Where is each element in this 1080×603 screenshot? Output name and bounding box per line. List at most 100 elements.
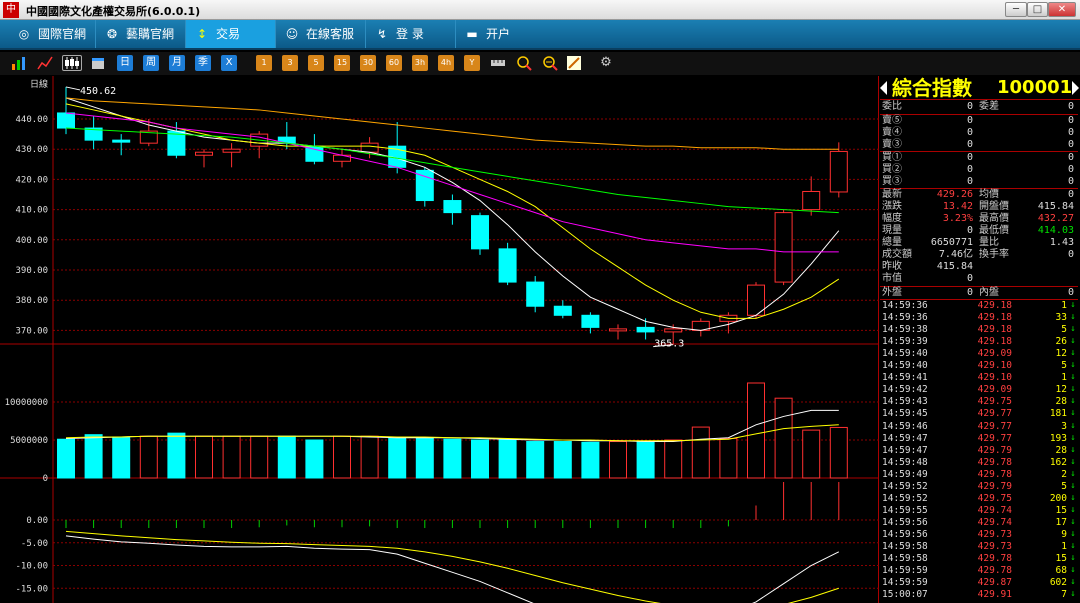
tick-price: 429.10 [977,360,1012,372]
nav-trade[interactable]: ↕ 交易 [186,20,276,48]
tick-time: 14:59:36 [882,312,928,324]
tick-price: 429.75 [977,396,1012,408]
chart-canvas[interactable]: 440.00 430.00 420.00 410.00 400.00 390.00 380.… [0,76,879,603]
tick-price: 429.18 [977,300,1012,311]
tick-time: 14:59:43 [882,396,928,408]
volume-bar [471,439,489,479]
tick-price: 429.09 [977,348,1012,360]
stat-value: 6650771 [930,237,973,248]
ruler-icon[interactable] [490,55,506,71]
inner-value: 0 [1067,287,1074,298]
stat-value: 7.46亿 [938,249,973,260]
line-chart-icon[interactable] [37,55,53,71]
hour-4-button[interactable]: 4h [438,55,454,71]
tick-direction-icon: ↓ [1070,468,1076,479]
trade-icon: ↕ [196,27,208,41]
period-x-button[interactable]: X [221,55,237,71]
nav-label: 在線客服 [306,27,355,41]
tick-time: 14:59:59 [882,565,928,577]
tick-volume: 200 [1049,492,1067,504]
tick-time: 14:59:48 [882,456,928,468]
minimize-button[interactable]: ─ [1005,2,1027,17]
nav-login[interactable]: ↯ 登 录 [366,20,456,48]
nav-open-account[interactable]: ▬ 开户 [456,20,546,48]
nav-art-site[interactable]: ❂ 藝購官網 [96,20,186,48]
stat-value: 3.23% [942,213,973,224]
minute-5-button[interactable]: 5 [308,55,324,71]
tick-direction-icon: ↓ [1070,312,1076,323]
tick-price: 429.18 [977,336,1012,348]
tick-row: 14:59:47 429.77 193 ↓ [880,433,1078,445]
candle-body [526,281,545,307]
tick-volume: 5 [1061,360,1067,372]
zoom-out-icon[interactable] [542,55,558,71]
period-label: 日線 [30,78,48,90]
kline-chart[interactable]: 440.00 430.00 420.00 410.00 400.00 390.00 380.… [0,76,879,603]
tick-row: 14:59:46 429.77 3 ↓ [880,421,1078,433]
year-button[interactable]: Y [464,55,480,71]
tick-time: 14:59:41 [882,372,928,384]
minute-60-button[interactable]: 60 [386,55,402,71]
tick-row: 14:59:47 429.79 28 ↓ [880,445,1078,457]
minute-3-button[interactable]: 3 [282,55,298,71]
tick-price: 429.77 [977,420,1012,432]
weicha-label: 委差 [979,101,999,112]
tick-direction-icon: ↓ [1070,396,1076,407]
period-week-button[interactable]: 周 [143,55,159,71]
gear-icon[interactable]: ⚙ [598,55,614,71]
tick-volume: 5 [1061,324,1067,336]
period-quarter-button[interactable]: 季 [195,55,211,71]
tick-price: 429.73 [977,528,1012,540]
sell-level-volume: 0 [1067,127,1074,138]
tick-direction-icon: ↓ [1070,480,1076,491]
tick-direction-icon: ↓ [1070,372,1076,383]
zoom-in-icon[interactable] [516,55,532,71]
tick-price: 429.87 [977,577,1012,589]
stat-row: 成交額 7.46亿 換手率 0 [880,249,1078,261]
hour-3-button[interactable]: 3h [412,55,428,71]
stat-label: 最新 [882,189,902,200]
bar-chart-icon[interactable] [10,55,26,71]
weibi-row: 委比 0 委差 0 [880,101,1078,113]
candle-body [609,328,627,332]
tick-direction-icon: ↓ [1070,348,1076,359]
prev-arrow-icon[interactable] [880,81,887,95]
candle-body [581,314,600,328]
candle-body [829,150,848,193]
stat-value: 0 [966,273,973,284]
buy-level-volume: 0 [1067,152,1074,163]
minute-1-button[interactable]: 1 [256,55,272,71]
volume-bar [553,441,572,479]
buy-level-volume: 0 [1067,164,1074,175]
nav-intl-site[interactable]: ◎ 國際官網 [8,20,96,48]
tick-row: 14:59:39 429.18 26 ↓ [880,336,1078,348]
period-month-button[interactable]: 月 [169,55,185,71]
maximize-button[interactable]: □ [1027,2,1048,17]
candlestick-icon[interactable] [62,55,82,71]
candle-body [305,145,324,162]
buy-level-price: 0 [966,152,973,163]
period-day-button[interactable]: 日 [117,55,133,71]
tick-direction-icon: ↓ [1070,553,1076,564]
minute-15-button[interactable]: 15 [334,55,350,71]
indicator-line-dea [65,530,839,603]
close-button[interactable]: ✕ [1048,2,1076,17]
volume-bar [415,437,434,479]
tick-price: 429.74 [977,504,1012,516]
price-axis-label: 400.00 [15,236,48,246]
nav-online-service[interactable]: ☺ 在線客服 [276,20,366,48]
stat-value: 0 [1067,189,1074,200]
weicha-value: 0 [1067,101,1074,112]
minute-30-button[interactable]: 30 [360,55,376,71]
tick-row: 14:59:36 429.18 33 ↓ [880,312,1078,324]
next-arrow-icon[interactable] [1072,81,1079,95]
tick-time: 14:59:59 [882,577,928,589]
stat-value: 13.42 [942,201,973,212]
stat-label: 總量 [882,237,902,248]
tick-direction-icon: ↓ [1070,589,1076,600]
tick-price: 429.74 [977,516,1012,528]
draw-tool-icon[interactable] [566,55,582,71]
tick-row: 15:00:07 429.91 7 ↓ [880,589,1078,601]
tick-price: 429.77 [977,408,1012,420]
calendar-icon[interactable] [90,55,106,71]
